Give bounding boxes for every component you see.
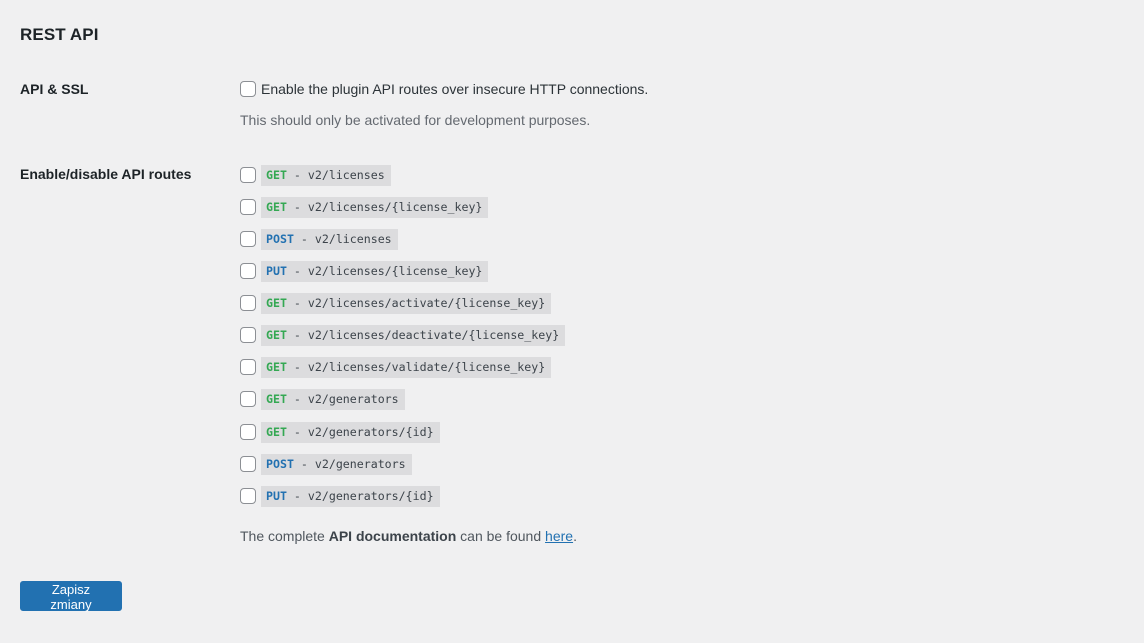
route-path: v2/licenses [307,167,385,182]
ssl-row-label: API & SSL [20,81,89,97]
route-path: v2/licenses/{license_key} [307,199,483,214]
route-separator: - [286,199,308,214]
route-method: GET [266,327,287,342]
route-separator: - [293,231,315,246]
route-method: GET [266,295,287,310]
route-code: PUT - v2/generators/{id} [261,485,440,507]
route-code: GET - v2/licenses/activate/{license_key} [261,292,552,314]
route-code: GET - v2/licenses [261,164,391,186]
route-item[interactable]: GET - v2/licenses/validate/{license_key} [240,356,552,378]
route-code: PUT - v2/licenses/{license_key} [261,260,489,282]
ssl-checkbox[interactable] [240,81,256,97]
route-path: v2/generators [307,391,399,406]
route-checkbox[interactable] [240,359,256,375]
docs-suffix: . [573,528,577,544]
route-checkbox[interactable] [240,295,256,311]
route-checkbox[interactable] [240,199,256,215]
api-docs-note: The complete API documentation can be fo… [240,528,577,544]
route-path: v2/licenses/{license_key} [307,263,483,278]
docs-here-link[interactable]: here [545,528,573,544]
route-method: POST [266,456,294,471]
route-separator: - [293,456,315,471]
docs-bold: API documentation [328,528,457,544]
route-method: PUT [266,263,287,278]
route-code: GET - v2/generators [261,388,405,410]
ssl-checkbox-label[interactable]: Enable the plugin API routes over insecu… [261,81,648,97]
route-separator: - [286,359,308,374]
route-path: v2/licenses/activate/{license_key} [307,295,546,310]
route-checkbox[interactable] [240,327,256,343]
route-checkbox[interactable] [240,488,256,504]
save-changes-button[interactable]: Zapisz zmiany [20,581,122,612]
route-item[interactable]: PUT - v2/licenses/{license_key} [240,260,489,282]
route-method: PUT [266,488,287,503]
route-separator: - [286,167,308,182]
route-method: POST [266,231,294,246]
route-checkbox[interactable] [240,231,256,247]
route-item[interactable]: GET - v2/licenses [240,164,391,186]
route-path: v2/licenses [314,231,392,246]
route-path: v2/generators [314,456,406,471]
route-code: GET - v2/generators/{id} [261,421,440,443]
route-path: v2/generators/{id} [307,488,434,503]
route-method: GET [266,359,287,374]
route-code: GET - v2/licenses/validate/{license_key} [261,356,552,378]
route-checkbox[interactable] [240,391,256,407]
route-code: GET - v2/licenses/{license_key} [261,196,489,218]
section-title: REST API [20,25,99,44]
route-separator: - [286,327,308,342]
routes-row-label: Enable/disable API routes [20,166,192,182]
route-path: v2/licenses/validate/{license_key} [307,359,546,374]
route-checkbox[interactable] [240,456,256,472]
route-checkbox[interactable] [240,167,256,183]
route-path: v2/generators/{id} [307,424,434,439]
docs-middle: can be found [456,528,546,544]
route-separator: - [286,488,308,503]
route-item[interactable]: GET - v2/generators/{id} [240,421,440,443]
ssl-description: This should only be activated for develo… [240,112,591,128]
route-separator: - [286,263,308,278]
route-method: GET [266,199,287,214]
route-method: GET [266,167,287,182]
route-separator: - [286,424,308,439]
route-checkbox[interactable] [240,424,256,440]
settings-page: REST API API & SSL Enable the plugin API… [0,0,1144,643]
route-method: GET [266,424,287,439]
route-code: POST - v2/generators [261,453,412,475]
route-path: v2/licenses/deactivate/{license_key} [307,327,560,342]
route-item[interactable]: POST - v2/licenses [240,228,398,250]
route-item[interactable]: PUT - v2/generators/{id} [240,485,440,507]
route-item[interactable]: GET - v2/licenses/deactivate/{license_ke… [240,324,566,346]
ssl-checkbox-row[interactable]: Enable the plugin API routes over insecu… [240,80,648,98]
route-item[interactable]: GET - v2/generators [240,388,405,410]
route-item[interactable]: GET - v2/licenses/activate/{license_key} [240,292,552,314]
route-checkbox[interactable] [240,263,256,279]
route-separator: - [286,295,308,310]
route-method: GET [266,391,287,406]
route-separator: - [286,391,308,406]
route-item[interactable]: POST - v2/generators [240,453,412,475]
route-code: GET - v2/licenses/deactivate/{license_ke… [261,324,566,346]
route-item[interactable]: GET - v2/licenses/{license_key} [240,196,489,218]
route-code: POST - v2/licenses [261,228,398,250]
docs-prefix: The complete [240,528,329,544]
